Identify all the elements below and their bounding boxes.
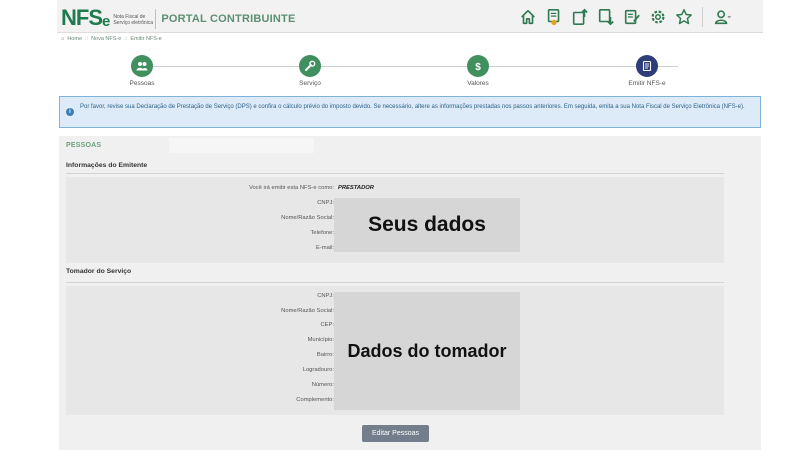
step-label: Pessoas <box>129 80 155 87</box>
step-label: Valores <box>467 80 489 87</box>
breadcrumb-nova-nfse[interactable]: Nova NFS-e <box>91 36 121 42</box>
step-emitir-nfse[interactable]: Emitir NFS-e <box>607 55 687 87</box>
tomador-box: CNPJ: Nome/Razão Social: CEP: Município:… <box>66 286 724 415</box>
people-icon <box>131 55 153 77</box>
emitente-data-overlay: Seus dados <box>334 198 520 252</box>
emitente-box: Você irá emitir esta NFS-e como: PRESTAD… <box>66 177 724 263</box>
breadcrumb-separator: :: <box>85 36 89 42</box>
breadcrumb-home[interactable]: Home <box>67 36 82 42</box>
tomador-complemento-label: Complemento: <box>296 397 334 403</box>
pessoas-section: PESSOAS Informações do Emitente Você irá… <box>59 136 761 450</box>
edit-document-icon[interactable] <box>620 5 643 28</box>
breadcrumb-emitir-nfse: Emitir NFS-e <box>130 36 162 42</box>
emitente-nome-label: Nome/Razão Social: <box>281 215 334 221</box>
gear-icon[interactable] <box>646 5 669 28</box>
emitente-email-label: E-mail: <box>315 245 334 251</box>
logo-nfs-text: NFS <box>61 5 103 30</box>
wrench-icon <box>299 55 321 77</box>
tomador-data-overlay: Dados do tomador <box>334 292 520 410</box>
info-alert: i Por favor, revise sua Declaração de Pr… <box>59 96 761 128</box>
app-window: NFS e Nota Fiscal de Serviço eletrônica … <box>57 0 763 450</box>
tomador-municipio-label: Município: <box>307 337 334 343</box>
logo-e-text: e <box>102 13 111 30</box>
emitente-title: Informações do Emitente <box>66 162 148 169</box>
emitente-telefone-label: Telefone: <box>310 230 334 236</box>
section-title-background <box>169 138 314 153</box>
step-servico[interactable]: Serviço <box>270 55 350 87</box>
wizard-stepper: Pessoas Serviço $ Valores Emitir NFS-e <box>57 55 763 90</box>
emitente-cnpj-label: CNPJ: <box>317 200 334 206</box>
top-bar: NFS e Nota Fiscal de Serviço eletrônica … <box>57 0 763 33</box>
tomador-logradouro-label: Logradouro: <box>302 367 334 373</box>
user-icon[interactable] <box>710 5 733 28</box>
tomador-numero-label: Número: <box>311 382 334 388</box>
dollar-icon: $ <box>467 55 489 77</box>
breadcrumb-separator: :: <box>124 36 128 42</box>
document-icon <box>636 55 658 77</box>
portal-title: PORTAL CONTRIBUINTE <box>161 13 296 25</box>
svg-text:$: $ <box>475 62 481 72</box>
home-icon[interactable] <box>516 5 539 28</box>
logo-divider <box>155 9 157 29</box>
upload-icon[interactable] <box>568 5 591 28</box>
document-badge-icon[interactable] <box>542 5 565 28</box>
user-divider <box>702 6 703 27</box>
step-pessoas[interactable]: Pessoas <box>102 55 182 87</box>
tomador-cnpj-label: CNPJ: <box>317 293 334 299</box>
info-icon: i <box>66 108 74 116</box>
edit-pessoas-button[interactable]: Editar Pessoas <box>362 425 429 442</box>
emitente-role-label: Você irá emitir esta NFS-e como: <box>248 185 334 191</box>
home-small-icon: ⌂ <box>61 36 65 42</box>
logo-subtitle: Nota Fiscal de Serviço eletrônica <box>113 14 154 26</box>
emitente-role-value: PRESTADOR <box>338 185 374 191</box>
step-label: Serviço <box>299 80 321 87</box>
stepper-line <box>142 66 678 67</box>
tomador-cep-label: CEP: <box>320 322 334 328</box>
tomador-title: Tomador do Serviço <box>66 268 132 275</box>
download-icon[interactable] <box>594 5 617 28</box>
info-text: Por favor, revise sua Declaração de Pres… <box>80 104 745 110</box>
step-label: Emitir NFS-e <box>628 80 666 87</box>
section-title: PESSOAS <box>66 142 102 149</box>
breadcrumb: ⌂ Home :: Nova NFS-e :: Emitir NFS-e <box>61 36 162 42</box>
star-icon[interactable] <box>672 5 695 28</box>
top-icons <box>516 5 733 28</box>
emitente-divider <box>66 173 724 174</box>
tomador-nome-label: Nome/Razão Social: <box>281 308 334 314</box>
tomador-divider <box>66 282 724 283</box>
step-valores[interactable]: $ Valores <box>438 55 518 87</box>
nfse-logo[interactable]: NFS e Nota Fiscal de Serviço eletrônica … <box>61 5 296 29</box>
tomador-bairro-label: Bairro: <box>316 352 334 358</box>
